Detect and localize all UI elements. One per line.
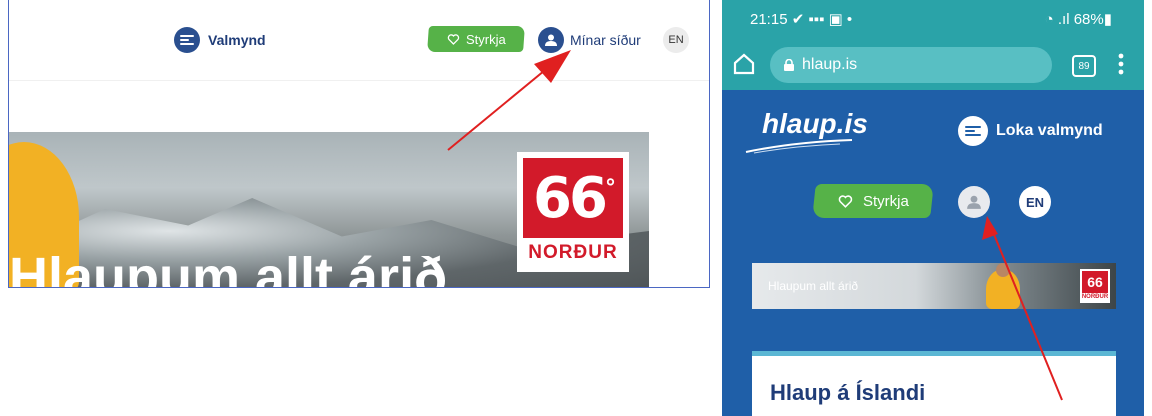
banner-text: Hlaupum allt árið bbox=[768, 279, 859, 293]
site-header: Valmynd Styrkja Mínar síður EN bbox=[9, 0, 709, 81]
phone-screenshot: 21:15 ✔ ▪▪▪ ▣ • ◔ .ıl 68%▮ hlaup.is 89 h… bbox=[722, 0, 1144, 416]
user-icon bbox=[538, 27, 564, 53]
my-pages-label: Mínar síður bbox=[570, 32, 641, 48]
sponsor-banner[interactable]: 66 ° NORÐUR Hlaupum allt árið bbox=[9, 132, 649, 288]
heart-icon bbox=[447, 33, 459, 45]
close-menu-button[interactable]: Loka valmynd bbox=[958, 116, 1103, 146]
menu-icon bbox=[174, 27, 200, 53]
banner-text: Hlaupum allt árið bbox=[9, 247, 448, 288]
my-pages-button[interactable] bbox=[958, 186, 990, 218]
language-button[interactable]: EN bbox=[663, 27, 689, 53]
user-icon bbox=[967, 195, 981, 209]
sponsor-logo-mark: 66 bbox=[1082, 271, 1108, 293]
donate-button-content: Styrkja bbox=[447, 31, 506, 47]
heart-icon bbox=[838, 194, 852, 208]
my-pages-button[interactable]: Mínar síður bbox=[538, 26, 641, 54]
card-title: Hlaup á Íslandi bbox=[770, 380, 926, 405]
content-card: Hlaup á Íslandi bbox=[752, 351, 1116, 416]
status-bar: 21:15 ✔ ▪▪▪ ▣ • ◔ .ıl 68%▮ bbox=[722, 0, 1144, 40]
donate-button-content: Styrkja bbox=[838, 192, 909, 210]
donate-button[interactable]: Styrkja bbox=[427, 26, 525, 52]
home-icon[interactable] bbox=[732, 52, 756, 76]
menu-label: Valmynd bbox=[208, 32, 266, 48]
sponsor-logo-name: NORÐUR bbox=[1081, 294, 1109, 300]
lock-icon bbox=[784, 59, 794, 71]
close-menu-label: Loka valmynd bbox=[996, 122, 1103, 139]
donate-label: Styrkja bbox=[862, 192, 909, 210]
banner-runner-head bbox=[996, 263, 1010, 277]
status-time: 21:15 ✔ ▪▪▪ ▣ • bbox=[750, 11, 853, 28]
browser-toolbar: hlaup.is 89 bbox=[722, 40, 1144, 90]
battery-level: 68% bbox=[1073, 11, 1104, 28]
status-indicators: ◔ .ıl 68%▮ bbox=[1044, 11, 1112, 28]
sponsor-logo-degree: ° bbox=[604, 175, 616, 201]
url-text: hlaup.is bbox=[802, 56, 858, 73]
status-time-value: 21:15 bbox=[750, 11, 788, 28]
menu-icon bbox=[958, 116, 988, 146]
menu-button[interactable]: Valmynd bbox=[174, 26, 266, 54]
url-field[interactable]: hlaup.is bbox=[770, 47, 1052, 83]
donate-label: Styrkja bbox=[465, 31, 506, 47]
site-logo[interactable]: hlaup.is bbox=[762, 108, 868, 140]
language-button[interactable]: EN bbox=[1019, 186, 1051, 218]
more-vert-icon[interactable] bbox=[1118, 53, 1124, 75]
sponsor-logo: 66 ° NORÐUR bbox=[517, 152, 629, 272]
tab-switcher[interactable]: 89 bbox=[1072, 55, 1096, 77]
sponsor-logo-mark: 66 ° bbox=[523, 158, 623, 238]
sponsor-banner[interactable]: Hlaupum allt árið 66 NORÐUR bbox=[752, 263, 1116, 309]
sponsor-logo-name: NORÐUR bbox=[528, 242, 618, 263]
sponsor-logo-number: 66 bbox=[533, 165, 608, 231]
sponsor-logo: 66 NORÐUR bbox=[1080, 269, 1110, 303]
logo-swoosh bbox=[745, 139, 853, 154]
donate-button[interactable]: Styrkja bbox=[812, 184, 934, 218]
desktop-screenshot: Valmynd Styrkja Mínar síður EN 66 ° NORÐU… bbox=[8, 0, 710, 288]
